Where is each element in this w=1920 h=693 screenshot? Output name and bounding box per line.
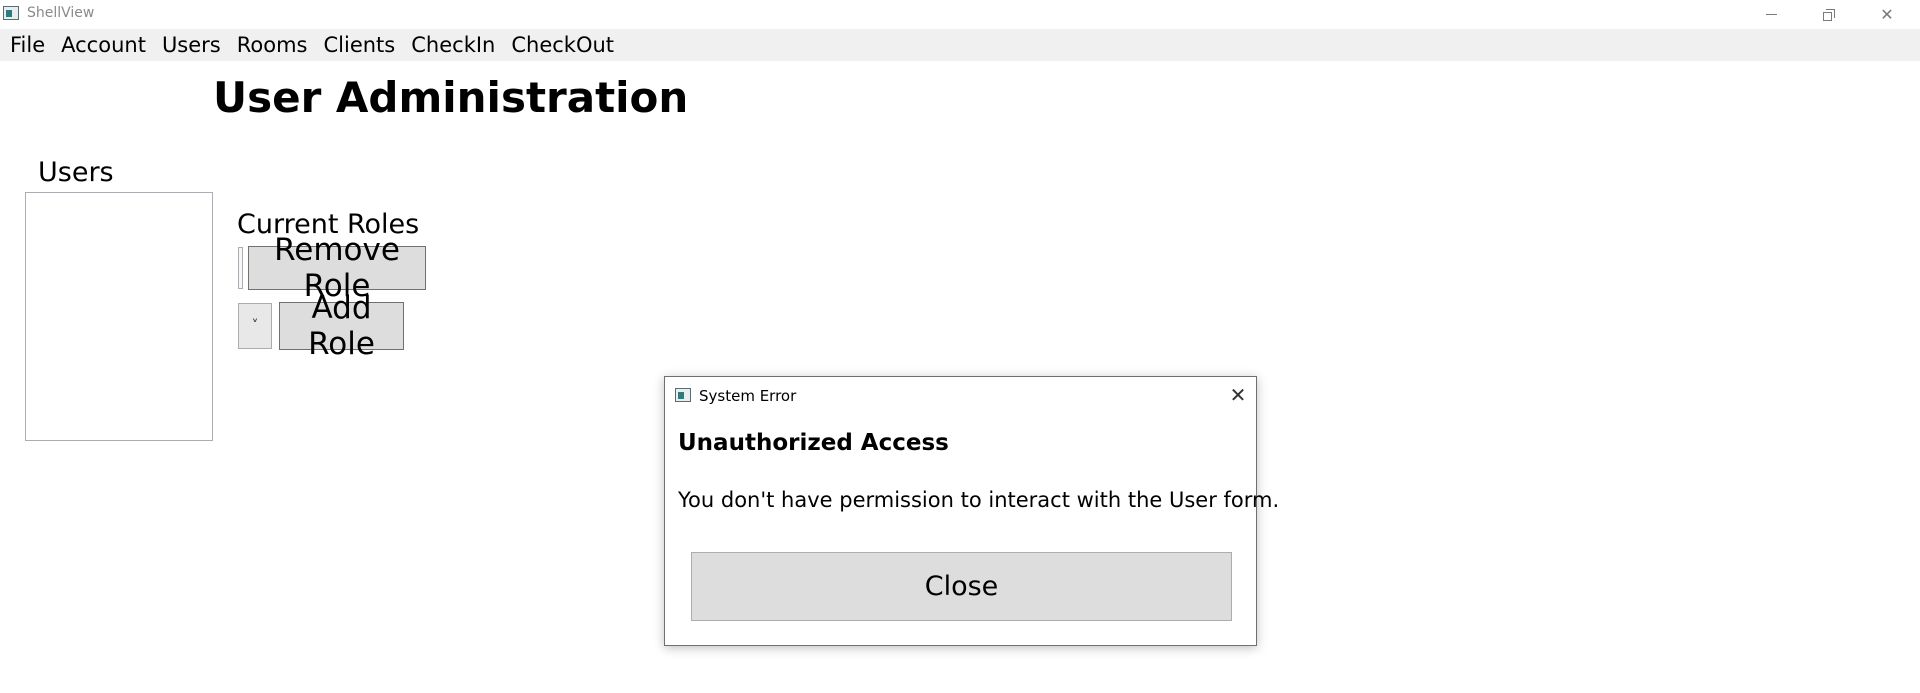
dialog-app-icon xyxy=(675,388,691,402)
menu-item-checkout[interactable]: CheckOut xyxy=(503,29,622,61)
minimize-icon xyxy=(1765,14,1777,15)
menu-item-file[interactable]: File xyxy=(2,29,53,61)
window-title: ShellView xyxy=(27,5,95,21)
current-roles-list[interactable] xyxy=(238,247,243,289)
users-listbox[interactable] xyxy=(25,192,213,441)
dialog-message: You don't have permission to interact wi… xyxy=(678,488,1280,512)
menu-item-rooms[interactable]: Rooms xyxy=(229,29,316,61)
restore-icon xyxy=(1823,8,1835,21)
dialog-close-button[interactable]: Close xyxy=(691,552,1232,621)
minimize-button[interactable] xyxy=(1742,0,1800,29)
dialog-close-icon[interactable]: ✕ xyxy=(1225,383,1251,407)
add-role-button[interactable]: Add Role xyxy=(279,290,404,362)
menu-item-users[interactable]: Users xyxy=(154,29,229,61)
remove-role-button[interactable]: Remove Role xyxy=(248,232,426,304)
role-select[interactable]: ˅ xyxy=(238,303,272,349)
menu-item-checkin[interactable]: CheckIn xyxy=(403,29,503,61)
menu-bar: File Account Users Rooms Clients CheckIn… xyxy=(0,29,1920,61)
window-titlebar: ShellView ✕ xyxy=(0,0,1920,29)
menu-item-clients[interactable]: Clients xyxy=(316,29,404,61)
dialog-heading: Unauthorized Access xyxy=(678,430,949,456)
users-label: Users xyxy=(38,157,114,188)
chevron-down-icon: ˅ xyxy=(251,318,259,334)
dialog-title: System Error xyxy=(699,387,797,405)
restore-button[interactable] xyxy=(1800,0,1858,29)
system-error-dialog: System Error ✕ Unauthorized Access You d… xyxy=(664,376,1279,646)
page-title: User Administration xyxy=(213,73,689,122)
app-icon xyxy=(3,6,19,20)
menu-item-account[interactable]: Account xyxy=(53,29,154,61)
window-close-button[interactable]: ✕ xyxy=(1858,0,1916,29)
close-icon: ✕ xyxy=(1880,5,1894,24)
